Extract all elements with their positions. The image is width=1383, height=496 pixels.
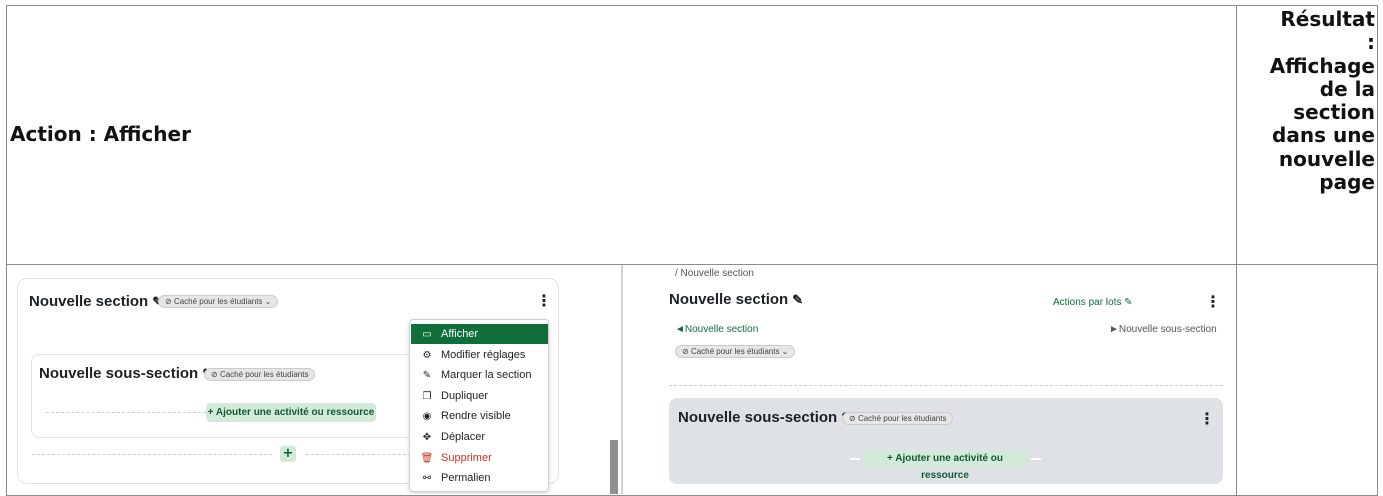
kebab-menu-icon[interactable]: ⋮	[536, 291, 552, 310]
add-activity-button[interactable]: + Ajouter une activité ou ressource	[206, 403, 376, 422]
menu-item-label: Marquer la section	[441, 369, 532, 382]
menu-item-d-placer[interactable]: ✥ Déplacer	[411, 427, 548, 447]
subsection-title-text: Nouvelle sous-section	[678, 409, 838, 426]
page-section-title-text: Nouvelle section	[669, 291, 789, 308]
subsection-hidden-badge: ⊘ Caché pour les étudiants	[842, 412, 954, 425]
menu-item-modifier-r-glages[interactable]: ⚙ Modifier réglages	[411, 345, 548, 365]
divider	[1031, 458, 1041, 460]
menu-item-label: Permalien	[441, 472, 491, 485]
divider	[306, 454, 416, 455]
menu-item-label: Rendre visible	[441, 410, 511, 423]
header-result-line: Affichage	[1269, 53, 1375, 78]
pencil-icon[interactable]: ✎	[792, 292, 803, 308]
eye-slash-icon: ⊘	[165, 297, 174, 306]
menu-item-permalien[interactable]: ⚯ Permalien	[411, 468, 548, 488]
header-result-line: dans une	[1272, 123, 1375, 148]
scrollbar-thumb[interactable]	[610, 440, 618, 494]
kebab-menu-icon[interactable]: ⋮	[1199, 409, 1215, 428]
duplicate-icon: ❐	[422, 390, 432, 402]
menu-item-afficher[interactable]: ▭ Afficher	[411, 324, 548, 344]
menu-item-marquer-la-section[interactable]: ✎ Marquer la section	[411, 365, 548, 385]
section-actions-dropdown: ▭ Afficher ⚙ Modifier réglages ✎ Marquer la s…	[409, 319, 549, 492]
pencil-icon: ✎	[422, 370, 432, 382]
bulk-actions-link[interactable]: Actions par lots ✎	[1053, 297, 1133, 308]
header-result-line: de la	[1319, 76, 1375, 101]
header-result-line: Résultat	[1280, 7, 1375, 31]
trash-icon: 🗑	[420, 452, 434, 464]
header-result-line: section	[1293, 100, 1375, 125]
kebab-menu-icon[interactable]: ⋮	[1205, 292, 1221, 311]
header-action: Action : Afficher	[10, 122, 191, 146]
subsection-title[interactable]: Nouvelle sous-section✎	[678, 409, 852, 426]
divider	[669, 385, 1223, 386]
pencil-icon: ✎	[1124, 297, 1133, 308]
eye-slash-icon: ⊘	[211, 370, 220, 379]
subsection-card: Nouvelle sous-section✎ ⊘ Caché pour les …	[669, 398, 1223, 484]
subsection-card: Nouvelle sous-section✎ ⊘ Caché pour les …	[31, 354, 427, 438]
add-activity-button[interactable]: + Ajouter une activité ou ressource	[862, 450, 1028, 481]
menu-item-label: Déplacer	[441, 431, 486, 443]
eye-slash-icon: ⊘	[849, 414, 858, 423]
scrollbar-track[interactable]	[621, 265, 623, 494]
gear-icon: ⚙	[422, 349, 432, 361]
menu-item-label: Afficher	[441, 328, 479, 340]
menu-item-supprimer[interactable]: 🗑 Supprimer	[411, 448, 548, 468]
eye-icon: ◉	[422, 411, 432, 423]
divider	[46, 412, 206, 413]
table-column-divider	[1236, 6, 1237, 495]
section-title[interactable]: Nouvelle section✎	[29, 293, 163, 310]
add-subsection-button[interactable]: +	[280, 446, 296, 462]
divider	[850, 458, 860, 460]
subsection-title[interactable]: Nouvelle sous-section✎	[39, 365, 213, 382]
header-result-line: :	[1367, 30, 1375, 55]
header-result: Résultat: Affichage de la section dans une no…	[1239, 7, 1375, 195]
menu-item-dupliquer[interactable]: ❐ Dupliquer	[411, 386, 548, 406]
divider	[32, 454, 272, 455]
page-section-title[interactable]: Nouvelle section ✎	[669, 291, 803, 308]
screenshot-section-page: / Nouvelle section Nouvelle section ✎ Act…	[624, 265, 1234, 494]
link-icon: ⚯	[422, 473, 432, 485]
subsection-hidden-badge: ⊘ Caché pour les étudiants	[204, 368, 316, 381]
menu-item-label: Dupliquer	[441, 389, 489, 402]
move-icon: ✥	[422, 432, 432, 443]
subsection-title-text: Nouvelle sous-section	[39, 365, 199, 382]
previous-section-link[interactable]: ◄Nouvelle section	[675, 324, 758, 335]
eye-slash-icon: ⊘	[682, 347, 691, 356]
next-section-link[interactable]: ►Nouvelle sous-section	[1109, 324, 1217, 335]
breadcrumb[interactable]: / Nouvelle section	[675, 268, 754, 279]
header-result-line: nouvelle	[1278, 146, 1375, 171]
menu-item-label: Modifier réglages	[441, 348, 526, 361]
hidden-badge[interactable]: ⊘ Caché pour les étudiants ⌄	[675, 345, 796, 358]
hidden-badge[interactable]: ⊘ Caché pour les étudiants ⌄	[158, 295, 279, 308]
menu-item-rendre-visible[interactable]: ◉ Rendre visible	[411, 406, 548, 426]
section-title-text: Nouvelle section	[29, 293, 149, 310]
header-result-line: page	[1319, 170, 1375, 195]
screenshot-section-menu: Nouvelle section✎ ⊘ Caché pour les étudi…	[8, 265, 608, 494]
menu-item-label: Supprimer	[441, 451, 492, 464]
afficher-icon: ▭	[422, 329, 432, 340]
